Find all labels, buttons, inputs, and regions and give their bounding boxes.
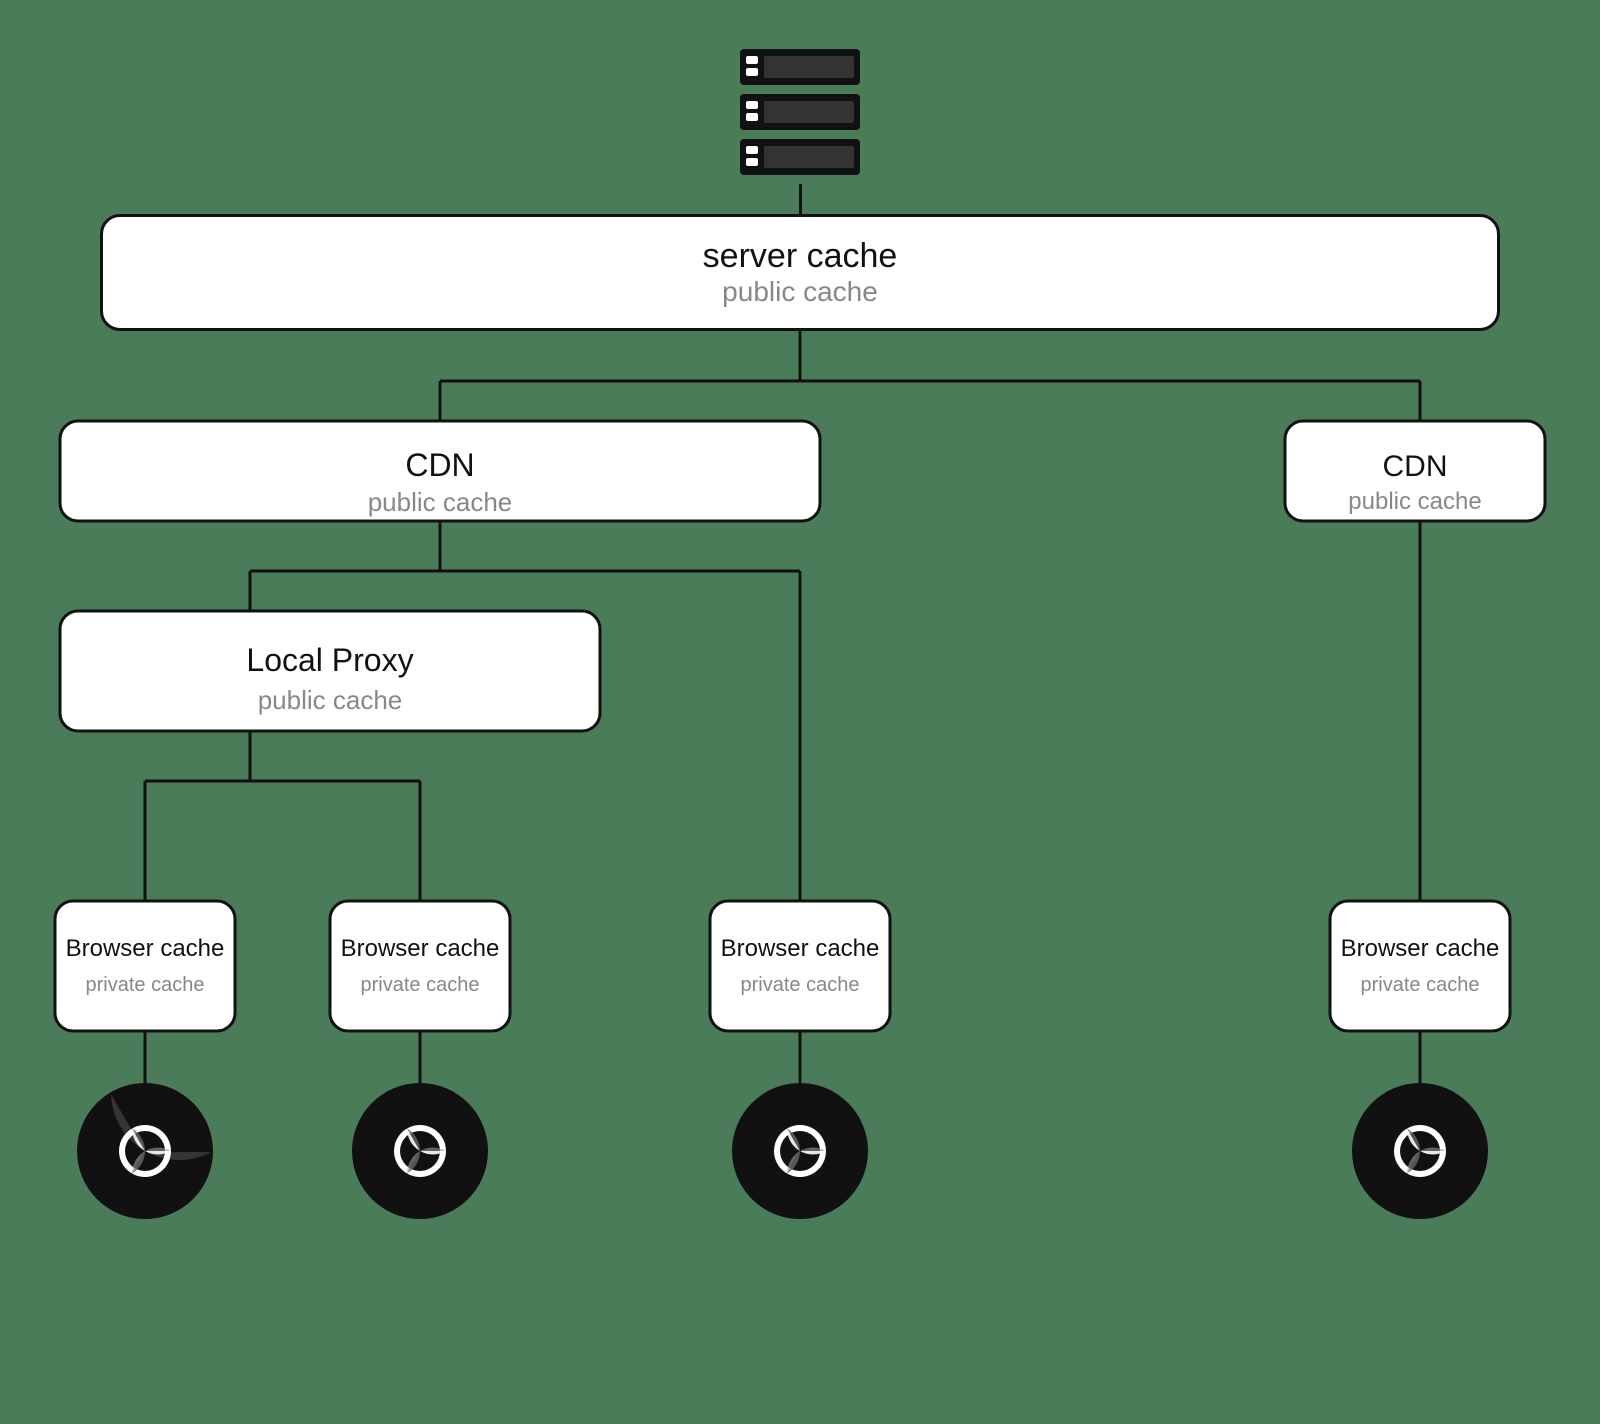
server-cache-box: server cache public cache xyxy=(100,214,1500,331)
cache-hierarchy-diagram: server cache public cache xyxy=(50,44,1550,1381)
svg-text:Browser cache: Browser cache xyxy=(341,935,500,962)
tree-connections-svg: CDN public cache CDN public cache Local … xyxy=(50,331,1550,1381)
svg-text:public cache: public cache xyxy=(1348,488,1481,515)
svg-text:Local Proxy: Local Proxy xyxy=(246,642,413,678)
svg-text:private cache: private cache xyxy=(1361,974,1480,996)
svg-text:public cache: public cache xyxy=(258,685,403,715)
server-cache-title: server cache xyxy=(703,237,898,276)
server-cache-subtitle: public cache xyxy=(722,276,878,308)
server-icon xyxy=(720,44,880,184)
svg-text:public cache: public cache xyxy=(368,487,513,517)
v-connector-top xyxy=(799,184,802,214)
svg-text:Browser cache: Browser cache xyxy=(721,935,880,962)
svg-text:CDN: CDN xyxy=(405,447,474,483)
svg-text:Browser cache: Browser cache xyxy=(1341,935,1500,962)
svg-text:private cache: private cache xyxy=(86,974,205,996)
svg-text:private cache: private cache xyxy=(361,974,480,996)
svg-text:Browser cache: Browser cache xyxy=(66,935,225,962)
svg-text:private cache: private cache xyxy=(741,974,860,996)
svg-text:CDN: CDN xyxy=(1383,450,1448,483)
